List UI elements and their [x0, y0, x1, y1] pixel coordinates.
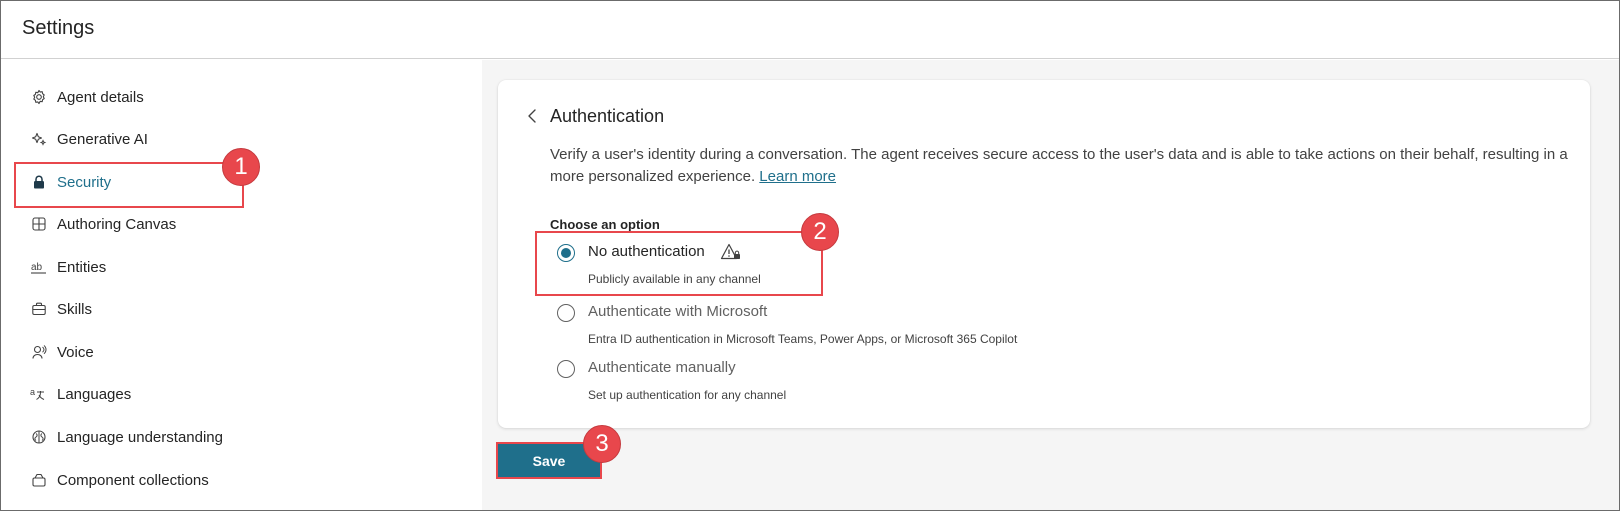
annotation-badge-1: 1 [222, 148, 260, 186]
sidebar-item-skills[interactable]: Skills [14, 289, 244, 329]
briefcase-icon [30, 300, 48, 318]
sidebar-item-component-collections[interactable]: Component collections [14, 460, 244, 500]
sidebar-item-label: Languages [57, 385, 132, 403]
radio-authenticate-microsoft[interactable] [557, 304, 575, 322]
annotation-badge-3: 3 [583, 425, 621, 463]
sidebar-item-authoring-canvas[interactable]: Authoring Canvas [14, 204, 244, 244]
sidebar-item-label: Agent details [57, 88, 144, 106]
card-title: Authentication [550, 106, 665, 126]
sidebar-item-voice[interactable]: Voice [14, 332, 244, 372]
annotation-badge-2: 2 [801, 213, 839, 251]
collection-icon [30, 471, 48, 489]
sidebar-item-label: Voice [57, 343, 94, 361]
sidebar-item-generative-ai[interactable]: Generative AI [14, 119, 244, 159]
grid-icon [30, 215, 48, 233]
brain-icon [30, 428, 48, 446]
card-description: Verify a user's identity during a conver… [550, 144, 1570, 188]
sidebar-item-label: Skills [57, 300, 93, 318]
annotation-box-security [14, 162, 244, 208]
option-label: Authenticate with Microsoft [588, 303, 768, 320]
text-ab-icon: ab [30, 258, 48, 276]
svg-text:a: a [30, 387, 35, 397]
sparkle-icon [30, 130, 48, 148]
sidebar-item-language-understanding[interactable]: Language understanding [14, 417, 244, 457]
choose-option-label: Choose an option [550, 217, 660, 232]
option-sublabel: Entra ID authentication in Microsoft Tea… [588, 332, 1018, 346]
voice-person-icon [30, 343, 48, 361]
page-title: Settings [22, 17, 95, 39]
annotation-box-no-authentication [535, 231, 823, 296]
learn-more-link[interactable]: Learn more [759, 168, 836, 185]
sidebar-item-label: Language understanding [57, 428, 223, 446]
page-header: Settings [1, 1, 1619, 59]
back-chevron-icon[interactable] [524, 105, 540, 127]
radio-authenticate-manually[interactable] [557, 360, 575, 378]
sidebar-item-languages[interactable]: a Languages [14, 374, 244, 414]
sidebar-item-label: Generative AI [57, 130, 148, 148]
gear-icon [30, 88, 48, 106]
description-text: Verify a user's identity during a conver… [550, 146, 1568, 185]
sidebar-item-label: Component collections [57, 471, 209, 489]
sidebar-item-entities[interactable]: ab Entities [14, 247, 244, 287]
option-sublabel: Set up authentication for any channel [588, 388, 787, 402]
sidebar-item-label: Authoring Canvas [57, 215, 177, 233]
svg-text:ab: ab [31, 262, 43, 273]
sidebar-item-agent-details[interactable]: Agent details [14, 77, 244, 117]
option-label: Authenticate manually [588, 359, 736, 376]
translate-icon: a [30, 385, 48, 403]
sidebar-item-label: Entities [57, 258, 107, 276]
